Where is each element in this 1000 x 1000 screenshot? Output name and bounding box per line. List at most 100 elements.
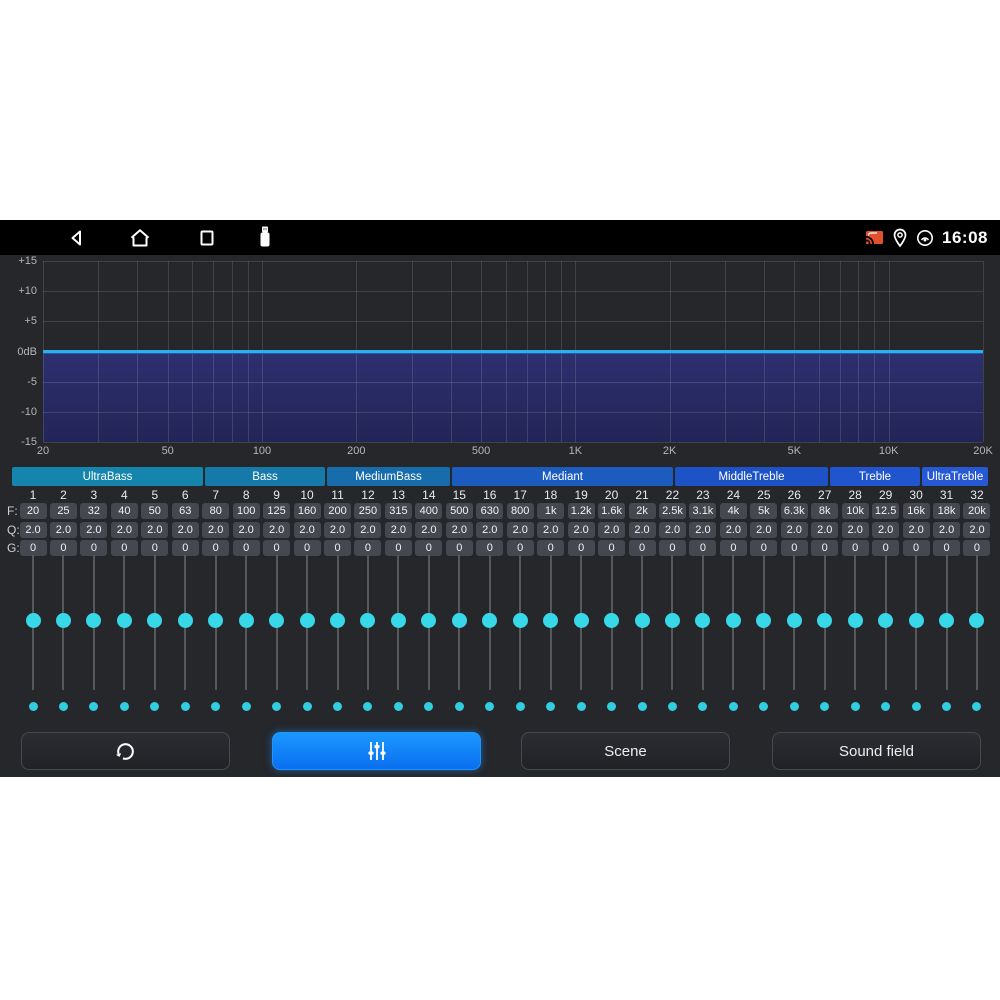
- gain-slider-thumb[interactable]: [848, 613, 863, 628]
- frequency-value[interactable]: 10k: [842, 503, 869, 519]
- q-factor-value[interactable]: 2.0: [781, 522, 808, 538]
- frequency-value[interactable]: 315: [385, 503, 412, 519]
- q-factor-value[interactable]: 2.0: [629, 522, 656, 538]
- q-factor-value[interactable]: 2.0: [263, 522, 290, 538]
- q-factor-value[interactable]: 2.0: [80, 522, 107, 538]
- frequency-value[interactable]: 4k: [720, 503, 747, 519]
- frequency-value[interactable]: 3.1k: [689, 503, 716, 519]
- frequency-value[interactable]: 32: [80, 503, 107, 519]
- reset-button[interactable]: [21, 732, 230, 770]
- gain-slider-thumb[interactable]: [604, 613, 619, 628]
- frequency-value[interactable]: 16k: [903, 503, 930, 519]
- frequency-value[interactable]: 80: [202, 503, 229, 519]
- frequency-value[interactable]: 8k: [811, 503, 838, 519]
- q-factor-value[interactable]: 2.0: [750, 522, 777, 538]
- gain-slider-thumb[interactable]: [178, 613, 193, 628]
- gain-slider-thumb[interactable]: [665, 613, 680, 628]
- gain-slider-thumb[interactable]: [269, 613, 284, 628]
- q-factor-value[interactable]: 2.0: [141, 522, 168, 538]
- gain-slider-thumb[interactable]: [421, 613, 436, 628]
- gain-slider-thumb[interactable]: [756, 613, 771, 628]
- q-factor-value[interactable]: 2.0: [202, 522, 229, 538]
- q-factor-value[interactable]: 2.0: [903, 522, 930, 538]
- frequency-value[interactable]: 200: [324, 503, 351, 519]
- home-icon[interactable]: [128, 226, 152, 250]
- q-factor-value[interactable]: 2.0: [537, 522, 564, 538]
- back-icon[interactable]: [65, 226, 89, 250]
- q-factor-value[interactable]: 2.0: [811, 522, 838, 538]
- frequency-value[interactable]: 500: [446, 503, 473, 519]
- q-factor-value[interactable]: 2.0: [354, 522, 381, 538]
- frequency-value[interactable]: 12.5: [872, 503, 899, 519]
- frequency-value[interactable]: 1.6k: [598, 503, 625, 519]
- gain-slider-thumb[interactable]: [300, 613, 315, 628]
- gain-slider-thumb[interactable]: [939, 613, 954, 628]
- q-factor-value[interactable]: 2.0: [933, 522, 960, 538]
- q-factor-value[interactable]: 2.0: [111, 522, 138, 538]
- equalizer-tab-button[interactable]: [272, 732, 481, 770]
- frequency-value[interactable]: 630: [476, 503, 503, 519]
- q-factor-value[interactable]: 2.0: [689, 522, 716, 538]
- frequency-value[interactable]: 800: [507, 503, 534, 519]
- q-factor-value[interactable]: 2.0: [385, 522, 412, 538]
- frequency-value[interactable]: 250: [354, 503, 381, 519]
- frequency-value[interactable]: 5k: [750, 503, 777, 519]
- gain-slider-thumb[interactable]: [239, 613, 254, 628]
- gain-slider-thumb[interactable]: [391, 613, 406, 628]
- gain-slider-thumb[interactable]: [117, 613, 132, 628]
- q-factor-value[interactable]: 2.0: [446, 522, 473, 538]
- frequency-value[interactable]: 2.5k: [659, 503, 686, 519]
- gain-slider-thumb[interactable]: [543, 613, 558, 628]
- gain-slider-thumb[interactable]: [86, 613, 101, 628]
- scene-button[interactable]: Scene: [521, 732, 730, 770]
- q-factor-value[interactable]: 2.0: [842, 522, 869, 538]
- q-factor-value[interactable]: 2.0: [20, 522, 47, 538]
- frequency-value[interactable]: 25: [50, 503, 77, 519]
- q-factor-value[interactable]: 2.0: [507, 522, 534, 538]
- gain-slider-thumb[interactable]: [909, 613, 924, 628]
- gain-slider-thumb[interactable]: [726, 613, 741, 628]
- gain-slider-thumb[interactable]: [330, 613, 345, 628]
- gain-slider-thumb[interactable]: [817, 613, 832, 628]
- q-factor-value[interactable]: 2.0: [720, 522, 747, 538]
- frequency-value[interactable]: 400: [415, 503, 442, 519]
- gain-slider-thumb[interactable]: [574, 613, 589, 628]
- q-factor-value[interactable]: 2.0: [415, 522, 442, 538]
- q-factor-value[interactable]: 2.0: [872, 522, 899, 538]
- q-factor-value[interactable]: 2.0: [294, 522, 321, 538]
- q-factor-value[interactable]: 2.0: [659, 522, 686, 538]
- gain-slider-thumb[interactable]: [513, 613, 528, 628]
- frequency-value[interactable]: 63: [172, 503, 199, 519]
- gain-slider-thumb[interactable]: [452, 613, 467, 628]
- gain-slider-thumb[interactable]: [360, 613, 375, 628]
- usb-icon[interactable]: [258, 225, 272, 250]
- frequency-value[interactable]: 6.3k: [781, 503, 808, 519]
- frequency-value[interactable]: 20k: [963, 503, 990, 519]
- gain-slider-thumb[interactable]: [147, 613, 162, 628]
- gain-slider-thumb[interactable]: [26, 613, 41, 628]
- gain-slider-thumb[interactable]: [969, 613, 984, 628]
- q-factor-value[interactable]: 2.0: [963, 522, 990, 538]
- frequency-value[interactable]: 50: [141, 503, 168, 519]
- frequency-value[interactable]: 125: [263, 503, 290, 519]
- gain-slider-thumb[interactable]: [695, 613, 710, 628]
- frequency-value[interactable]: 20: [20, 503, 47, 519]
- gain-slider-thumb[interactable]: [787, 613, 802, 628]
- q-factor-value[interactable]: 2.0: [568, 522, 595, 538]
- frequency-value[interactable]: 40: [111, 503, 138, 519]
- gain-slider-thumb[interactable]: [56, 613, 71, 628]
- q-factor-value[interactable]: 2.0: [476, 522, 503, 538]
- sound-field-button[interactable]: Sound field: [772, 732, 981, 770]
- frequency-value[interactable]: 18k: [933, 503, 960, 519]
- q-factor-value[interactable]: 2.0: [172, 522, 199, 538]
- q-factor-value[interactable]: 2.0: [233, 522, 260, 538]
- gain-slider-thumb[interactable]: [635, 613, 650, 628]
- frequency-value[interactable]: 100: [233, 503, 260, 519]
- gain-slider-thumb[interactable]: [878, 613, 893, 628]
- frequency-value[interactable]: 1.2k: [568, 503, 595, 519]
- q-factor-value[interactable]: 2.0: [598, 522, 625, 538]
- frequency-value[interactable]: 2k: [629, 503, 656, 519]
- frequency-value[interactable]: 160: [294, 503, 321, 519]
- gain-slider-thumb[interactable]: [208, 613, 223, 628]
- recents-icon[interactable]: [195, 226, 219, 250]
